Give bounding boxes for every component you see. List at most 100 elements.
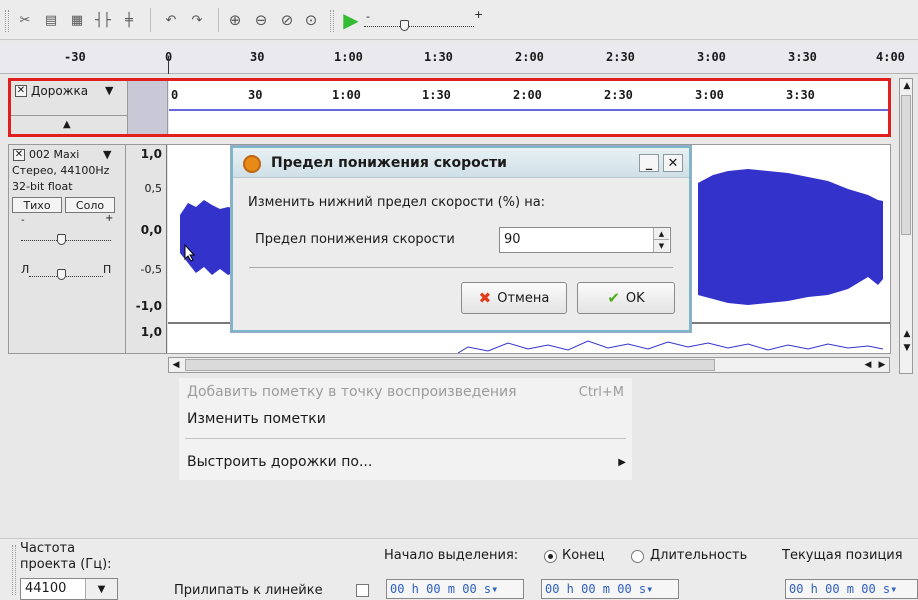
mute-button[interactable]: Тихо <box>12 197 62 213</box>
speed-limit-dialog: Предел понижения скорости _ ✕ Изменить н… <box>231 146 691 332</box>
track-name[interactable]: 002 Maxi <box>29 148 79 161</box>
dropdown-arrow-icon[interactable]: ▼ <box>85 579 117 599</box>
paste-icon[interactable]: ▦ <box>66 9 88 31</box>
label-track-ruler-label: 0 <box>171 88 179 102</box>
ruler-label: 30 <box>250 50 265 64</box>
speed-slider-thumb[interactable] <box>400 20 409 31</box>
scale-label: -1,0 <box>135 299 162 313</box>
close-icon[interactable]: ✕ <box>663 154 683 172</box>
fit-project-icon[interactable]: ⊙ <box>300 9 322 31</box>
ruler-label: 2:30 <box>606 50 635 64</box>
track-menu-arrow-icon[interactable]: ▼ <box>103 148 111 161</box>
ok-check-icon: ✔ <box>607 289 620 307</box>
fit-selection-icon[interactable]: ⊘ <box>276 9 298 31</box>
silence-icon[interactable]: ▤ <box>40 9 62 31</box>
amplitude-scale: 1,0 0,5 0,0 -0,5 -1,0 1,0 <box>127 145 167 353</box>
selection-end-time[interactable]: 00 h 00 m 00 s▾ <box>541 579 679 599</box>
vertical-scrollbar[interactable]: ▲ ▲ ▼ <box>899 78 913 374</box>
label-track-ruler-label: 2:30 <box>604 88 633 102</box>
undo-icon[interactable]: ↶ <box>160 9 182 31</box>
split-icon[interactable]: ╪ <box>118 9 140 31</box>
toolbar-separator <box>150 8 151 32</box>
snap-checkbox[interactable] <box>356 584 369 597</box>
scroll-up-icon[interactable]: ▲ <box>900 327 914 341</box>
dialog-titlebar[interactable]: Предел понижения скорости _ ✕ <box>233 148 689 178</box>
scale-label: 0,5 <box>144 182 163 195</box>
scroll-down-icon[interactable]: ▼ <box>900 341 914 355</box>
toolbar-separator <box>218 8 219 32</box>
spin-up-icon[interactable]: ▲ <box>654 228 669 240</box>
ruler-label: 3:00 <box>697 50 726 64</box>
menu-item-edit-labels[interactable]: Изменить пометки <box>187 411 326 427</box>
scroll-right-icon[interactable]: ▶ <box>875 358 889 372</box>
collapse-track-icon[interactable]: ▲ <box>63 119 71 130</box>
track-name[interactable]: Дорожка <box>31 84 88 98</box>
horizontal-scroll-thumb[interactable] <box>185 359 715 371</box>
zoom-out-icon[interactable]: ⊖ <box>250 9 272 31</box>
menu-separator <box>185 438 626 439</box>
pan-slider[interactable] <box>29 276 103 277</box>
end-radio[interactable] <box>544 550 557 563</box>
pan-slider-thumb[interactable] <box>57 269 66 280</box>
label-track[interactable]: ✕ Дорожка ▼ ▲ 0 30 1:00 1:30 2:00 2:30 3… <box>8 78 891 137</box>
label-track-ruler-label: 1:30 <box>422 88 451 102</box>
toolbar-grip[interactable] <box>330 10 334 32</box>
speed-slider[interactable] <box>364 26 474 27</box>
speed-slider-plus: + <box>474 8 484 21</box>
join-icon[interactable]: ┤├ <box>92 9 114 31</box>
scroll-left-icon[interactable]: ◀ <box>169 358 183 372</box>
project-rate-combo[interactable]: 44100 ▼ <box>20 578 118 600</box>
menu-item-align-tracks[interactable]: Выстроить дорожки по... <box>187 454 372 470</box>
label-track-spacer <box>128 81 168 134</box>
selection-start-time[interactable]: 00 h 00 m 00 s▾ <box>386 579 524 599</box>
ruler-label: -30 <box>64 50 86 64</box>
ok-button-label: OK <box>625 290 645 306</box>
redo-icon[interactable]: ↷ <box>186 9 208 31</box>
pan-right-label: П <box>103 263 112 276</box>
gain-plus: + <box>105 213 114 224</box>
timeline-ruler[interactable]: -30 0 30 1:00 1:30 2:00 2:30 3:00 3:30 4… <box>0 42 918 74</box>
label-track-area[interactable]: 0 30 1:00 1:30 2:00 2:30 3:00 3:30 <box>169 81 888 134</box>
submenu-arrow-icon: ▶ <box>618 457 626 468</box>
dialog-title: Предел понижения скорости <box>271 155 507 171</box>
solo-button[interactable]: Соло <box>65 197 115 213</box>
scale-label: 0,0 <box>140 223 162 237</box>
play-at-speed-icon[interactable]: ▶ <box>340 8 362 32</box>
vertical-scroll-thumb[interactable] <box>901 95 911 235</box>
horizontal-scrollbar[interactable]: ◀ ◀ ▶ <box>168 357 890 373</box>
length-radio[interactable] <box>631 550 644 563</box>
current-position-label: Текущая позиция <box>782 548 903 563</box>
scroll-up-icon[interactable]: ▲ <box>900 79 914 93</box>
track-info-format: Стерео, 44100Hz <box>12 164 110 177</box>
toolbar-grip[interactable] <box>5 10 9 32</box>
label-track-ruler-label: 2:00 <box>513 88 542 102</box>
scroll-left-end-icon[interactable]: ◀ <box>861 358 875 372</box>
mouse-cursor-icon <box>184 244 196 262</box>
menu-item-add-label-at-playback[interactable]: Добавить пометку в точку воспроизведения <box>187 384 517 400</box>
speed-limit-input[interactable]: 90 <box>499 227 671 253</box>
speed-limit-field-label: Предел понижения скорости <box>255 232 455 247</box>
track-menu-arrow-icon[interactable]: ▼ <box>105 84 113 97</box>
trim-icon[interactable]: ✂ <box>14 9 36 31</box>
track-info-bitdepth: 32-bit float <box>12 180 73 193</box>
audio-position-time[interactable]: 00 h 00 m 00 s▾ <box>785 579 918 599</box>
label-track-ruler-label: 3:00 <box>695 88 724 102</box>
ruler-label: 1:30 <box>424 50 453 64</box>
dialog-separator <box>249 267 673 268</box>
toolbar-grip[interactable] <box>12 545 16 595</box>
zoom-in-icon[interactable]: ⊕ <box>224 9 246 31</box>
minimize-icon[interactable]: _ <box>639 154 659 172</box>
audio-track-controls: ✕ 002 Maxi ▼ Стерео, 44100Hz 32-bit floa… <box>9 145 126 353</box>
selection-start-label: Начало выделения: <box>384 548 519 563</box>
gain-slider[interactable] <box>21 240 111 241</box>
spin-down-icon[interactable]: ▼ <box>654 240 669 252</box>
gain-slider-thumb[interactable] <box>57 234 66 245</box>
cancel-button[interactable]: ✖ Отмена <box>461 282 567 314</box>
speed-limit-spinner[interactable]: ▲ ▼ <box>653 228 669 252</box>
close-track-icon[interactable]: ✕ <box>13 149 25 161</box>
time-value: 00 h 00 m 00 s <box>545 582 647 596</box>
audacity-app-icon <box>243 155 261 173</box>
ok-button[interactable]: ✔ OK <box>577 282 675 314</box>
playhead-marker <box>168 56 169 74</box>
close-track-icon[interactable]: ✕ <box>15 85 27 97</box>
